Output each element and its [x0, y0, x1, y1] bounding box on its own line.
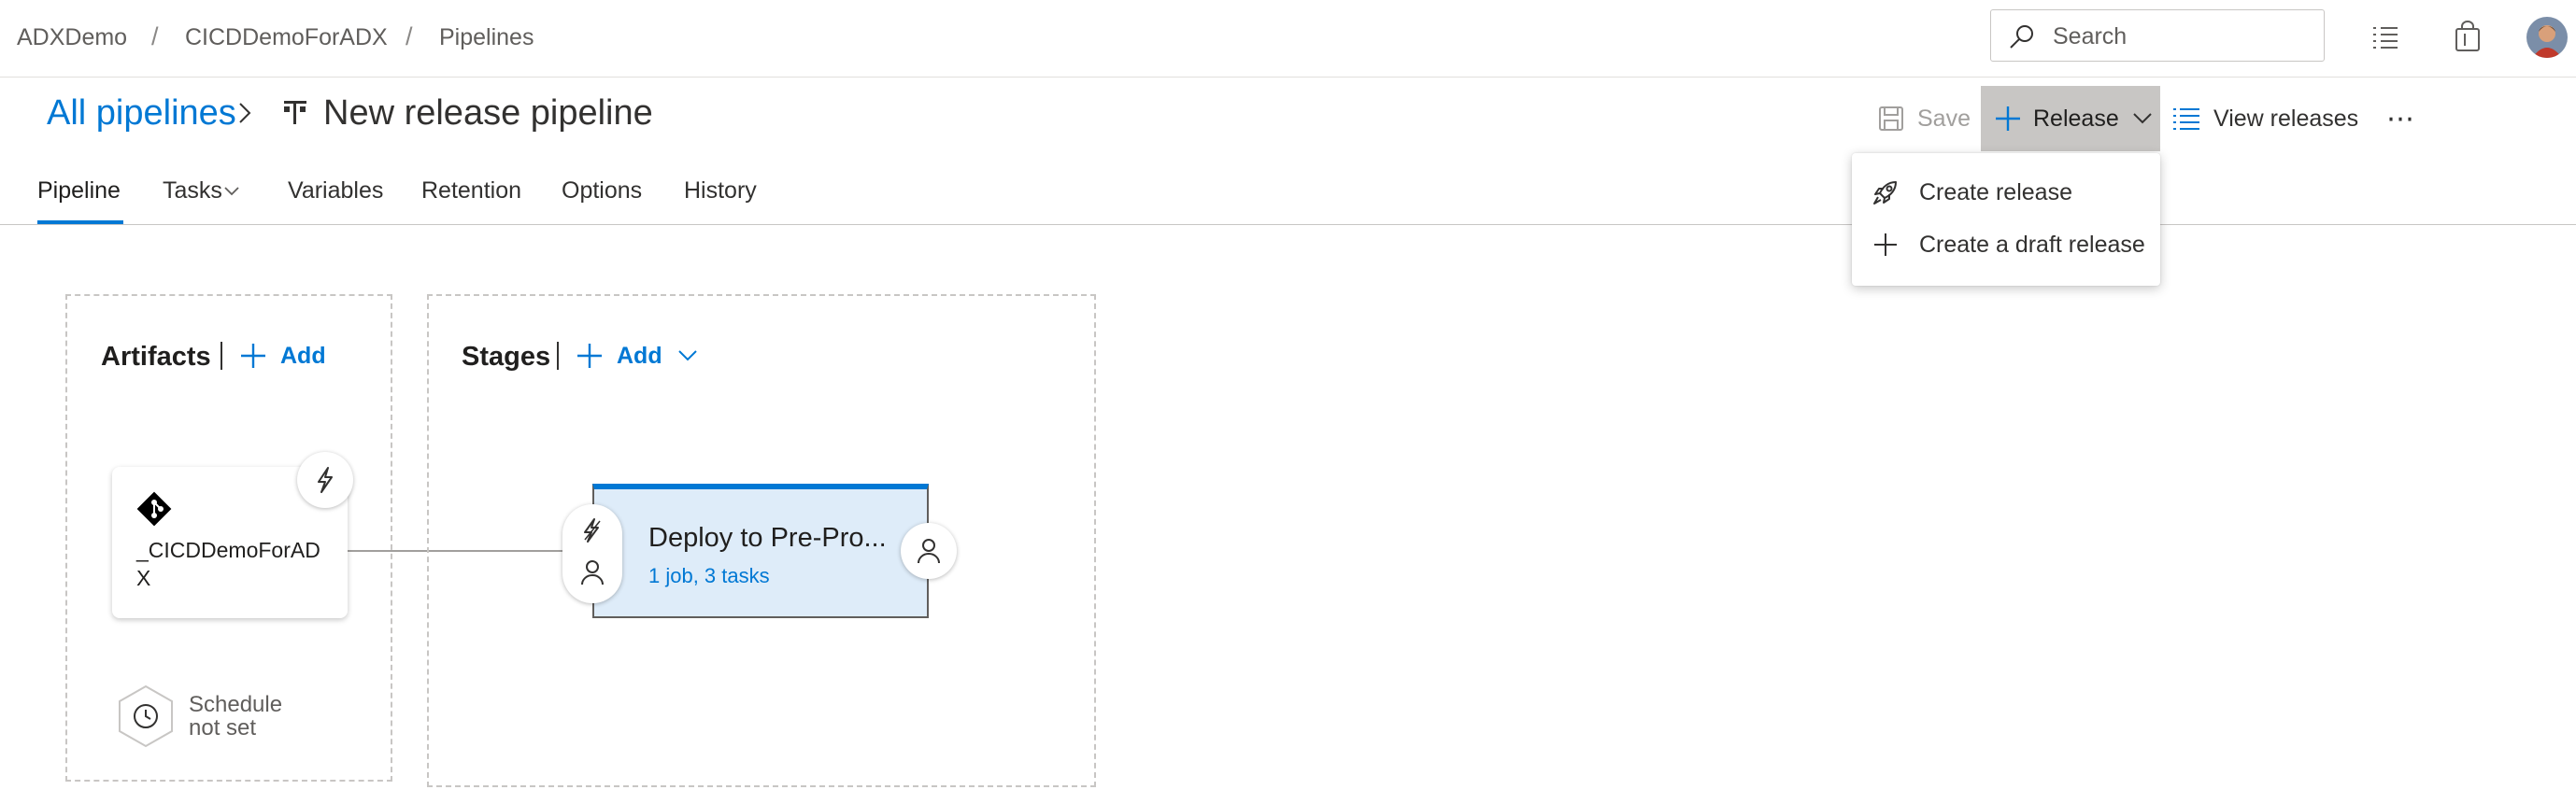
- breadcrumb-separator: /: [406, 22, 413, 50]
- schedule-line1: Schedule: [189, 692, 283, 717]
- breadcrumb-project[interactable]: CICDDemoForADX: [185, 24, 388, 51]
- user-avatar[interactable]: [2526, 17, 2568, 58]
- plus-icon: [1994, 105, 2022, 133]
- stages-heading: Stages: [462, 342, 551, 372]
- schedule-trigger-button[interactable]: [116, 684, 176, 749]
- page-title: New release pipeline: [323, 93, 653, 133]
- breadcrumb-pipelines[interactable]: Pipelines: [439, 24, 534, 51]
- release-button[interactable]: Release: [1981, 86, 2160, 151]
- save-label: Save: [1917, 105, 1971, 132]
- artifacts-heading: Artifacts: [101, 342, 211, 372]
- add-artifact-button[interactable]: Add: [239, 342, 326, 370]
- plus-icon: [1852, 232, 1919, 258]
- stage-name: Deploy to Pre-Pro...: [648, 523, 887, 553]
- save-icon: [1878, 106, 1904, 132]
- list-icon: [2172, 106, 2200, 131]
- release-dropdown-menu: Create release Create a draft release: [1852, 153, 2160, 286]
- artifact-name-line1: _CICDDemoForAD: [136, 538, 320, 562]
- create-draft-release-label: Create a draft release: [1919, 231, 2145, 258]
- release-pipeline-icon: [282, 101, 308, 129]
- more-options-button[interactable]: ⋯: [2378, 86, 2423, 151]
- shopping-bag-icon[interactable]: [2454, 21, 2482, 52]
- more-icon: ⋯: [2386, 103, 2414, 134]
- tab-pipeline[interactable]: Pipeline: [37, 177, 121, 205]
- approver-icon[interactable]: [579, 558, 605, 586]
- tab-variables[interactable]: Variables: [288, 177, 383, 205]
- search-icon: [2008, 22, 2036, 50]
- breadcrumb-separator: /: [151, 22, 159, 50]
- divider: [221, 342, 222, 370]
- tab-options[interactable]: Options: [562, 177, 642, 205]
- tab-retention[interactable]: Retention: [421, 177, 521, 205]
- artifact-name-line2: X: [136, 566, 151, 590]
- add-stage-label: Add: [617, 342, 662, 369]
- menu-item-create-release[interactable]: Create release: [1852, 168, 2160, 217]
- plus-icon: [239, 342, 267, 370]
- add-stage-button[interactable]: Add: [576, 342, 698, 370]
- post-deployment-approvals-button[interactable]: [901, 523, 957, 579]
- tab-history[interactable]: History: [684, 177, 757, 205]
- chevron-right-icon: [235, 101, 254, 125]
- all-pipelines-link[interactable]: All pipelines: [47, 93, 236, 134]
- lightning-icon[interactable]: [579, 517, 605, 543]
- view-releases-label: View releases: [2213, 105, 2359, 132]
- lightning-icon: [313, 466, 337, 494]
- approver-icon: [916, 537, 942, 565]
- chevron-down-icon: [2132, 112, 2153, 125]
- search-input[interactable]: [2051, 20, 2316, 53]
- tab-tasks[interactable]: Tasks: [163, 177, 222, 205]
- chevron-down-icon: [677, 349, 698, 362]
- menu-item-create-draft-release[interactable]: Create a draft release: [1852, 220, 2160, 269]
- stage-card[interactable]: Deploy to Pre-Pro... 1 job, 3 tasks: [592, 484, 929, 618]
- save-button[interactable]: Save: [1878, 86, 1971, 151]
- schedule-status: Schedule not set: [189, 693, 282, 740]
- chevron-down-icon[interactable]: [224, 187, 239, 196]
- search-box[interactable]: [1990, 9, 2325, 62]
- git-icon: [136, 491, 172, 527]
- view-releases-button[interactable]: View releases: [2172, 86, 2358, 151]
- tabs-divider: [0, 224, 2576, 225]
- divider: [557, 342, 559, 370]
- list-check-icon[interactable]: [2371, 22, 2399, 50]
- create-release-label: Create release: [1919, 178, 2072, 205]
- pre-deployment-conditions[interactable]: [562, 504, 622, 603]
- add-artifact-label: Add: [280, 342, 326, 369]
- rocket-icon: [1852, 178, 1919, 206]
- stage-summary-link[interactable]: 1 job, 3 tasks: [648, 564, 770, 588]
- breadcrumb-organization[interactable]: ADXDemo: [17, 24, 127, 51]
- release-label: Release: [2033, 105, 2119, 132]
- plus-icon: [576, 342, 604, 370]
- continuous-deployment-trigger-button[interactable]: [297, 452, 353, 508]
- schedule-line2: not set: [189, 715, 257, 741]
